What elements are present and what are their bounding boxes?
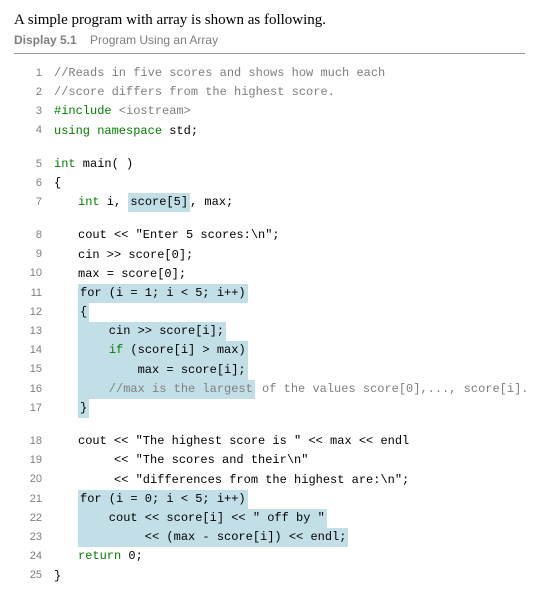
highlight-box: cout << score[i] << " off by " bbox=[78, 509, 327, 528]
blank-line bbox=[14, 418, 525, 432]
highlight-box: score[5] bbox=[128, 193, 190, 212]
line-number: 2 bbox=[14, 84, 54, 102]
code-text: //Reads in five scores and shows how muc… bbox=[54, 64, 385, 83]
code-text: { bbox=[54, 174, 61, 193]
line-number: 3 bbox=[14, 103, 54, 121]
code-text: if (score[i] > max) bbox=[54, 341, 248, 360]
code-text: for (i = 1; i < 5; i++) bbox=[54, 284, 248, 303]
separator bbox=[14, 53, 525, 54]
code-line: 14 if (score[i] > max) bbox=[14, 341, 525, 360]
code-line: 2 //score differs from the highest score… bbox=[14, 83, 525, 102]
code-line: 22 cout << score[i] << " off by " bbox=[14, 509, 525, 528]
code-line: 10 max = score[0]; bbox=[14, 265, 525, 284]
line-number: 1 bbox=[14, 65, 54, 83]
line-number: 18 bbox=[14, 433, 54, 451]
code-line: 23 << (max - score[i]) << endl; bbox=[14, 528, 525, 547]
code-text: cout << score[i] << " off by " bbox=[54, 509, 327, 528]
code-line: 21 for (i = 0; i < 5; i++) bbox=[14, 490, 525, 509]
code-line: 11 for (i = 1; i < 5; i++) bbox=[14, 284, 525, 303]
line-number: 9 bbox=[14, 246, 54, 264]
line-number: 24 bbox=[14, 548, 54, 566]
code-line: 18 cout << "The highest score is " << ma… bbox=[14, 432, 525, 451]
code-text: cin >> score[0]; bbox=[54, 246, 193, 265]
line-number: 15 bbox=[14, 361, 54, 379]
code-text: << "differences from the highest are:\n"… bbox=[54, 471, 409, 490]
code-text: return 0; bbox=[54, 547, 143, 566]
code-line: 3 #include <iostream> bbox=[14, 102, 525, 121]
code-line: 19 << "The scores and their\n" bbox=[14, 451, 525, 470]
code-line: 5 int main( ) bbox=[14, 155, 525, 174]
line-number: 25 bbox=[14, 567, 54, 585]
line-number: 4 bbox=[14, 122, 54, 140]
code-text: << "The scores and their\n" bbox=[54, 451, 308, 470]
highlight-box: if (score[i] > max) bbox=[78, 341, 248, 360]
code-text: //max is the largest of the values score… bbox=[54, 380, 528, 399]
highlight-box: //max is the largest bbox=[78, 380, 255, 399]
code-line: 4 using namespace std; bbox=[14, 122, 525, 141]
line-number: 12 bbox=[14, 304, 54, 322]
line-number: 16 bbox=[14, 381, 54, 399]
line-number: 6 bbox=[14, 175, 54, 193]
code-line: 20 << "differences from the highest are:… bbox=[14, 471, 525, 490]
code-text: << (max - score[i]) << endl; bbox=[54, 528, 348, 547]
highlight-box: { bbox=[78, 303, 89, 322]
intro-text: A simple program with array is shown as … bbox=[14, 12, 525, 29]
code-text: } bbox=[54, 567, 61, 586]
line-number: 22 bbox=[14, 510, 54, 528]
highlight-box: for (i = 1; i < 5; i++) bbox=[78, 284, 248, 303]
code-line: 17 } bbox=[14, 399, 525, 418]
code-text: } bbox=[54, 399, 89, 418]
display-label: Display 5.1 bbox=[14, 33, 77, 47]
code-text: cin >> score[i]; bbox=[54, 322, 226, 341]
code-text: int main( ) bbox=[54, 155, 133, 174]
code-line: 6 { bbox=[14, 174, 525, 193]
code-text: int i, score[5], max; bbox=[54, 193, 233, 212]
line-number: 5 bbox=[14, 156, 54, 174]
code-line: 7 int i, score[5], max; bbox=[14, 193, 525, 212]
code-line: 15 max = score[i]; bbox=[14, 361, 525, 380]
line-number: 7 bbox=[14, 194, 54, 212]
line-number: 20 bbox=[14, 471, 54, 489]
code-text: #include <iostream> bbox=[54, 102, 191, 121]
code-line: 24 return 0; bbox=[14, 547, 525, 566]
code-line: 8 cout << "Enter 5 scores:\n"; bbox=[14, 226, 525, 245]
code-text: using namespace std; bbox=[54, 122, 198, 141]
highlight-box: cin >> score[i]; bbox=[78, 322, 226, 341]
highlight-box: for (i = 0; i < 5; i++) bbox=[78, 490, 248, 509]
highlight-box: max = score[i]; bbox=[78, 361, 248, 380]
line-number: 11 bbox=[14, 285, 54, 303]
highlight-box: << (max - score[i]) << endl; bbox=[78, 528, 348, 547]
line-number: 21 bbox=[14, 491, 54, 509]
line-number: 13 bbox=[14, 323, 54, 341]
line-number: 23 bbox=[14, 529, 54, 547]
code-listing: 1 //Reads in five scores and shows how m… bbox=[14, 64, 525, 586]
code-line: 12 { bbox=[14, 303, 525, 322]
highlight-box: } bbox=[78, 399, 89, 418]
line-number: 14 bbox=[14, 342, 54, 360]
code-text: max = score[0]; bbox=[54, 265, 186, 284]
line-number: 10 bbox=[14, 265, 54, 283]
line-number: 19 bbox=[14, 452, 54, 470]
blank-line bbox=[14, 212, 525, 226]
code-text: { bbox=[54, 303, 89, 322]
code-text: cout << "The highest score is " << max <… bbox=[54, 432, 409, 451]
code-text: //score differs from the highest score. bbox=[54, 83, 335, 102]
display-title: Program Using an Array bbox=[90, 33, 218, 47]
code-text: cout << "Enter 5 scores:\n"; bbox=[54, 226, 280, 245]
display-caption: Display 5.1 Program Using an Array bbox=[14, 33, 525, 47]
line-number: 17 bbox=[14, 400, 54, 418]
code-line: 25 } bbox=[14, 567, 525, 586]
code-line: 16 //max is the largest of the values sc… bbox=[14, 380, 525, 399]
code-text: max = score[i]; bbox=[54, 361, 248, 380]
line-number: 8 bbox=[14, 227, 54, 245]
code-line: 13 cin >> score[i]; bbox=[14, 322, 525, 341]
code-line: 1 //Reads in five scores and shows how m… bbox=[14, 64, 525, 83]
code-line: 9 cin >> score[0]; bbox=[14, 246, 525, 265]
code-text: for (i = 0; i < 5; i++) bbox=[54, 490, 248, 509]
blank-line bbox=[14, 141, 525, 155]
